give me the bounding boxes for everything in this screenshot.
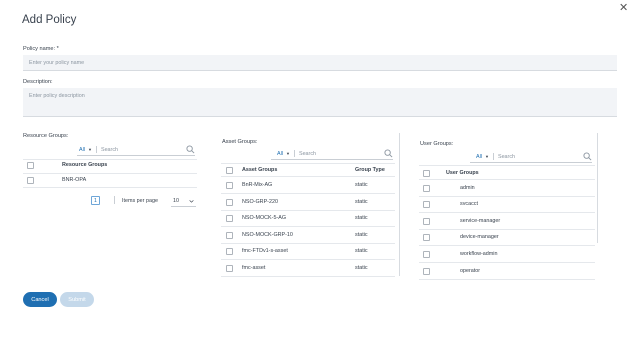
asset-group-name: BnR-Mix-AG — [242, 182, 273, 188]
user-group-name: device-manager — [460, 234, 499, 240]
user-groups-label: User Groups: — [420, 141, 454, 147]
asset-group-name: NSO-MOCK-5-AG — [242, 215, 287, 221]
table-divider — [23, 173, 197, 174]
table-divider — [419, 245, 595, 246]
table-divider — [419, 196, 595, 197]
table-divider — [221, 276, 395, 277]
user-groups-filter: All ▼ Search — [470, 151, 592, 163]
resource-group-row-checkbox[interactable] — [27, 177, 34, 184]
resource-groups-label: Resource Groups: — [23, 133, 69, 139]
cancel-button[interactable]: Cancel — [23, 292, 57, 307]
asset-group-type: static — [355, 265, 368, 271]
table-divider — [221, 259, 395, 260]
search-icon[interactable] — [583, 152, 592, 161]
table-divider — [221, 193, 395, 194]
resource-groups-search-input[interactable]: Search — [101, 147, 186, 153]
user-groups-select-all-checkbox[interactable] — [423, 170, 430, 177]
asset-groups-filter-all[interactable]: All — [271, 151, 283, 157]
dialog-title: Add Policy — [22, 14, 77, 26]
asset-group-row-checkbox[interactable] — [226, 248, 233, 255]
asset-group-row-checkbox[interactable] — [226, 215, 233, 222]
asset-groups-scrollbar[interactable] — [399, 133, 400, 276]
user-group-name: admin — [460, 185, 475, 191]
filter-divider — [95, 146, 97, 153]
filter-divider — [492, 153, 494, 160]
user-group-row-checkbox[interactable] — [423, 218, 430, 225]
asset-group-name: NSO-MOCK-GRP-10 — [242, 232, 293, 238]
resource-groups-select-all-checkbox[interactable] — [27, 162, 34, 169]
group-type-column-header: Group Type — [355, 167, 385, 173]
asset-group-type: static — [355, 232, 368, 238]
table-divider — [23, 159, 197, 160]
table-divider — [419, 229, 595, 230]
table-divider — [419, 179, 595, 180]
filter-divider — [293, 150, 295, 157]
user-group-row-checkbox[interactable] — [423, 234, 430, 241]
asset-group-row-checkbox[interactable] — [226, 199, 233, 206]
user-groups-scrollbar[interactable] — [597, 133, 598, 243]
description-label: Description: — [23, 79, 53, 85]
asset-group-row-checkbox[interactable] — [226, 265, 233, 272]
chevron-down-icon — [189, 199, 194, 203]
asset-groups-filter: All ▼ Search — [271, 148, 393, 160]
user-groups-search-input[interactable]: Search — [498, 154, 583, 160]
asset-group-row-checkbox[interactable] — [226, 232, 233, 239]
policy-name-label: Policy name: * — [23, 46, 59, 52]
page-number: 1 — [94, 197, 97, 204]
table-divider — [221, 243, 395, 244]
asset-group-type: static — [355, 182, 368, 188]
items-per-page-value: 10 — [173, 198, 179, 204]
user-group-name: workflow-admin — [460, 251, 498, 257]
user-group-row-checkbox[interactable] — [423, 201, 430, 208]
user-group-row-checkbox[interactable] — [423, 268, 430, 275]
user-group-name: operator — [460, 268, 481, 274]
resource-group-name: BNR-OPA — [62, 177, 87, 183]
items-per-page-label: Items per page — [122, 198, 158, 204]
asset-groups-select-all-checkbox[interactable] — [226, 167, 233, 174]
asset-group-type: static — [355, 215, 368, 221]
asset-group-name: fmc-FTDv1-s-asset — [242, 248, 288, 254]
policy-name-placeholder: Enter your policy name — [29, 59, 85, 66]
pagination-divider — [114, 196, 115, 204]
submit-button[interactable]: Submit — [60, 292, 94, 307]
items-per-page-select[interactable]: 10 — [171, 196, 196, 207]
user-group-row-checkbox[interactable] — [423, 185, 430, 192]
user-group-name: service-manager — [460, 218, 501, 224]
user-group-row-checkbox[interactable] — [423, 251, 430, 258]
pagination-current-page[interactable]: 1 — [91, 196, 100, 205]
search-icon[interactable] — [384, 149, 393, 158]
resource-groups-filter: All ▼ Search — [77, 144, 195, 156]
table-divider — [221, 226, 395, 227]
table-divider — [23, 187, 197, 188]
search-icon[interactable] — [186, 145, 195, 154]
chevron-down-icon[interactable]: ▼ — [485, 154, 489, 159]
chevron-down-icon[interactable]: ▼ — [88, 147, 92, 152]
chevron-down-icon[interactable]: ▼ — [286, 151, 290, 156]
table-divider — [221, 210, 395, 211]
table-divider — [221, 176, 395, 177]
asset-group-row-checkbox[interactable] — [226, 182, 233, 189]
description-placeholder: Enter policy description — [29, 93, 85, 99]
asset-group-type: static — [355, 248, 368, 254]
asset-group-type: static — [355, 199, 368, 205]
asset-groups-search-input[interactable]: Search — [299, 151, 384, 157]
resource-groups-column-header: Resource Groups — [62, 162, 108, 168]
user-group-name: svcacct — [460, 201, 478, 207]
table-divider — [419, 262, 595, 263]
table-divider — [419, 212, 595, 213]
asset-groups-label: Asset Groups: — [222, 139, 258, 145]
asset-group-name: NSO-GRP-220 — [242, 199, 278, 205]
asset-groups-column-header: Asset Groups — [242, 167, 278, 173]
table-divider — [221, 163, 395, 164]
table-divider — [419, 279, 595, 280]
close-icon[interactable]: ✕ — [619, 1, 628, 14]
resource-groups-filter-all[interactable]: All — [77, 147, 85, 153]
table-divider — [419, 165, 595, 166]
asset-group-name: fmc-asset — [242, 265, 266, 271]
description-textarea[interactable]: Enter policy description — [23, 88, 617, 117]
user-groups-column-header: User Groups — [446, 170, 479, 176]
user-groups-filter-all[interactable]: All — [470, 154, 482, 160]
policy-name-input[interactable]: Enter your policy name — [23, 55, 617, 71]
